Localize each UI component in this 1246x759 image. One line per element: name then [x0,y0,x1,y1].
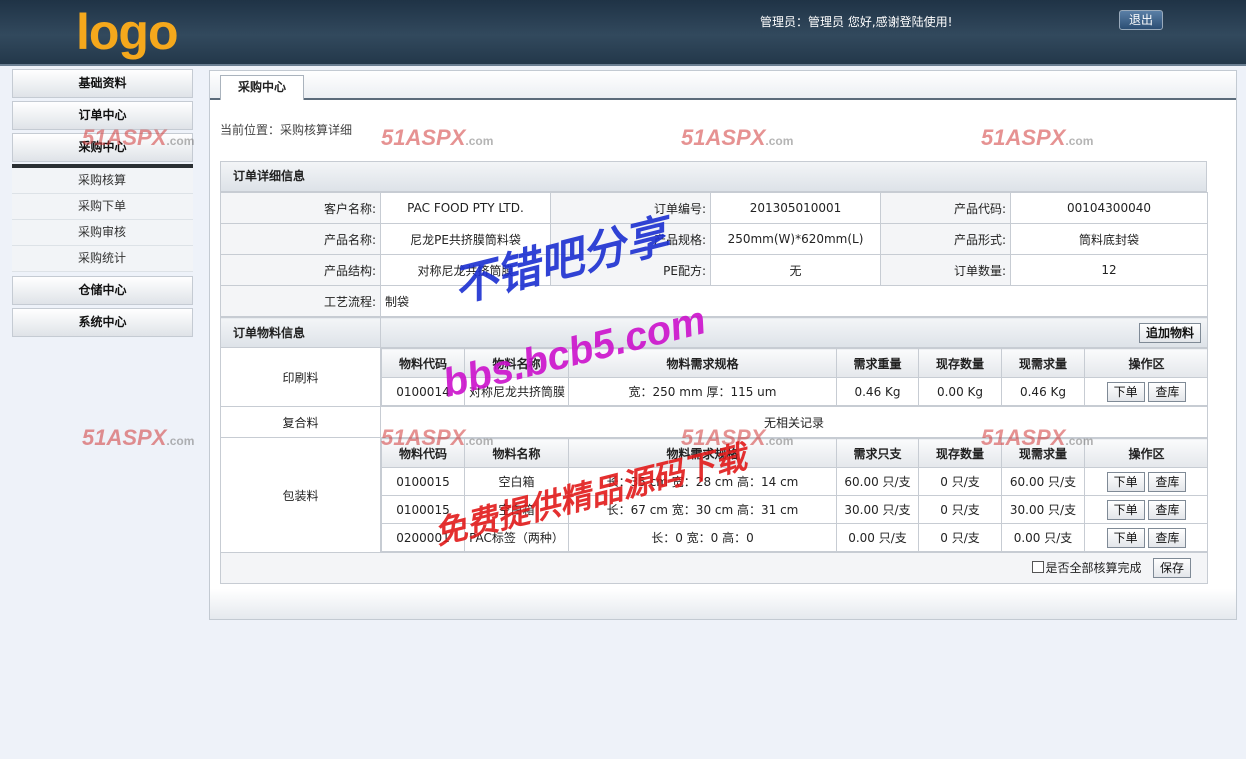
order-button[interactable]: 下单 [1106,499,1145,520]
welcome-text: 管理员：管理员 您好,感谢登陆使用! [760,15,953,29]
check-stock-button[interactable]: 查库 [1148,527,1187,548]
sidebar-item-orders[interactable]: 订单中心 [12,101,193,130]
sidebar-item-warehouse[interactable]: 仓储中心 [12,276,193,305]
col-name: 物料名称 [464,348,569,378]
logo: logo [76,4,179,60]
table-row: 0100015 空白箱 长：67 cm 宽：30 cm 高：31 cm 30.0… [381,495,1207,524]
panel-footer [210,589,1236,619]
col-stock: 现存数量 [918,348,1002,378]
col-spec: 物料需求规格 [568,348,837,378]
col-actions: 操作区 [1084,348,1207,378]
pe-label: PE配方: [550,254,711,286]
order-info-table: 客户名称: PAC FOOD PTY LTD. 订单编号: 2013050100… [220,192,1208,317]
main-panel: 采购中心 当前位置：采购核算详细 订单详细信息 客户名称: PAC FOOD P… [209,70,1237,620]
table-row: 0100015 空白箱 长：35 cm 宽：28 cm 高：14 cm 60.0… [381,467,1207,496]
tab-purchase-center[interactable]: 采购中心 [220,75,304,100]
submenu-item-statistics[interactable]: 采购统计 [12,246,193,272]
top-header: logo 管理员：管理员 您好,感谢登陆使用! 退出 [0,0,1246,66]
detail-box: 订单详细信息 客户名称: PAC FOOD PTY LTD. 订单编号: 201… [220,161,1208,584]
complete-label: 是否全部核算完成 [1045,561,1142,575]
check-stock-button[interactable]: 查库 [1148,499,1187,520]
order-no-value: 201305010001 [710,192,881,224]
qty-value: 12 [1010,254,1208,286]
submenu-item-accounting[interactable]: 采购核算 [12,168,193,194]
process-value: 制袋 [380,285,1208,317]
col-code: 物料代码 [381,348,465,378]
composite-category: 复合料 [220,406,381,438]
product-code-label: 产品代码: [880,192,1011,224]
col-actions: 操作区 [1084,438,1207,468]
materials-table: 订单物料信息 追加物料 印刷料 物料代码 物料名称 物料需求规格 需求重量 现存… [220,317,1208,584]
process-label: 工艺流程: [220,285,381,317]
pack-category: 包装料 [220,437,381,553]
sidebar: 基础资料 订单中心 采购中心 采购核算 采购下单 采购审核 采购统计 仓储中心 … [12,69,193,340]
check-stock-button[interactable]: 查库 [1148,471,1187,492]
composite-empty: 无相关记录 [380,406,1208,438]
breadcrumb: 当前位置：采购核算详细 [220,123,353,137]
order-button[interactable]: 下单 [1106,471,1145,492]
spec-label: 产品规格: [550,223,711,255]
col-now: 现需求量 [1001,438,1085,468]
sidebar-submenu: 采购核算 采购下单 采购审核 采购统计 [12,164,193,272]
qty-label: 订单数量: [880,254,1011,286]
customer-value: PAC FOOD PTY LTD. [380,192,551,224]
table-row: 0200001 PAC标签（两种） 长：0 宽：0 高：0 0.00 只/支 0… [381,523,1207,552]
add-material-button[interactable]: 追加物料 [1138,322,1201,343]
table-row: 0100014 对称尼龙共挤筒膜 宽：250 mm 厚：115 um 0.46 … [381,377,1207,406]
watermark-aspx: 51ASPX.com [82,425,195,450]
submenu-item-review[interactable]: 采购审核 [12,220,193,246]
order-no-label: 订单编号: [550,192,711,224]
col-name: 物料名称 [464,438,569,468]
form-value: 筒料底封袋 [1010,223,1208,255]
col-now: 现需求量 [1001,348,1085,378]
order-button[interactable]: 下单 [1106,381,1145,402]
sidebar-item-purchase[interactable]: 采购中心 [12,133,193,162]
print-materials-table: 物料代码 物料名称 物料需求规格 需求重量 现存数量 现需求量 操作区 0100… [381,348,1207,406]
complete-checkbox[interactable] [1031,561,1044,573]
materials-title: 订单物料信息 [220,317,381,348]
customer-label: 客户名称: [220,192,381,224]
product-name-label: 产品名称: [220,223,381,255]
col-code: 物料代码 [381,438,465,468]
col-spec: 物料需求规格 [568,438,837,468]
col-need: 需求只支 [836,438,919,468]
structure-label: 产品结构: [220,254,381,286]
sidebar-item-basic[interactable]: 基础资料 [12,69,193,98]
structure-value: 对称尼龙共挤筒膜 [380,254,551,286]
spec-value: 250mm(W)*620mm(L) [710,223,881,255]
logout-button[interactable]: 退出 [1119,10,1163,30]
col-need: 需求重量 [836,348,919,378]
tab-bar: 采购中心 [210,71,1236,100]
save-button[interactable]: 保存 [1152,558,1191,578]
print-category: 印刷料 [220,347,381,407]
pe-value: 无 [710,254,881,286]
pack-materials-table: 物料代码 物料名称 物料需求规格 需求只支 现存数量 现需求量 操作区 0100… [381,438,1207,552]
form-label: 产品形式: [880,223,1011,255]
check-stock-button[interactable]: 查库 [1148,381,1187,402]
order-button[interactable]: 下单 [1106,527,1145,548]
order-info-title: 订单详细信息 [220,161,1207,192]
sidebar-item-system[interactable]: 系统中心 [12,308,193,337]
product-name-value: 尼龙PE共挤膜筒料袋 [380,223,551,255]
submenu-item-ordering[interactable]: 采购下单 [12,194,193,220]
col-stock: 现存数量 [918,438,1002,468]
product-code-value: 00104300040 [1010,192,1208,224]
